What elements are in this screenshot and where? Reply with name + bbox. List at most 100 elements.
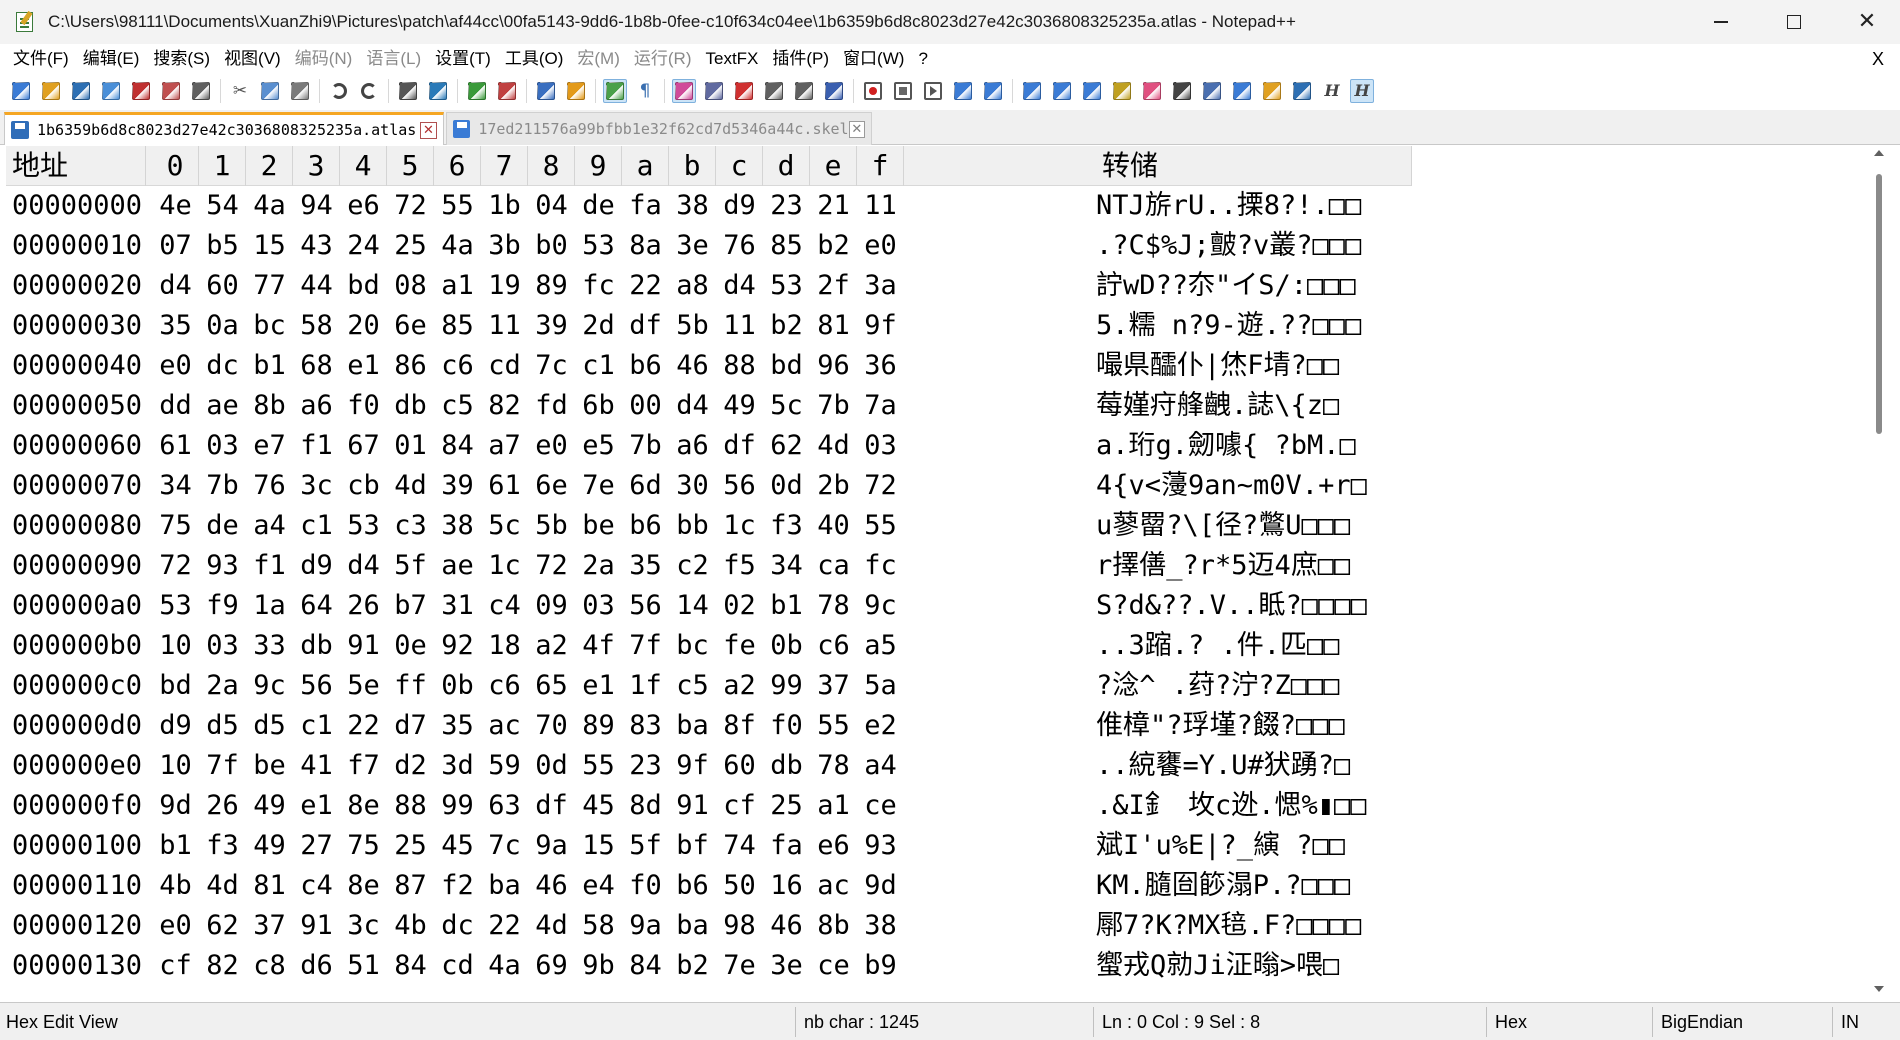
menu-item[interactable]: 运行(R) [627,45,699,73]
row-ascii-dump[interactable]: 倠樟"?琈墐?餟?□□□ [1096,706,1418,746]
folder-workspace-button[interactable] [792,79,816,103]
hex-byte-cell[interactable]: 11 [852,186,909,226]
menu-item[interactable]: 编码(N) [288,45,360,73]
user-lang-button[interactable] [702,79,726,103]
plugin-7-button[interactable] [1200,79,1224,103]
menu-item[interactable]: 文件(F) [6,45,76,73]
menu-item[interactable]: 设置(T) [428,45,498,73]
tab-close-icon[interactable]: ✕ [848,120,865,138]
hex-byte-cell[interactable]: 93 [852,826,909,866]
hex-byte-cell[interactable]: a5 [852,626,909,666]
hex-byte-cell[interactable]: 3a [852,266,909,306]
row-ascii-dump[interactable]: NTJ旂rU..搮8?!.□□ [1096,186,1418,226]
menu-item[interactable]: 工具(O) [498,45,571,73]
row-ascii-dump[interactable]: ?淰^ .荮?泞?Z□□□ [1096,666,1418,706]
hex-byte-cell[interactable]: 72 [852,466,909,506]
row-ascii-dump[interactable]: 斌I'u%E|?_縯 ?□□ [1096,826,1418,866]
tab-atlas-file[interactable]: 1b6359b6d8c8023d27e42c3036808325235a.atl… [4,112,444,145]
row-ascii-dump[interactable]: S?d&??.V..眡?□□□□ [1096,586,1418,626]
plugin-5-button[interactable] [1140,79,1164,103]
plugin-9-button[interactable] [1260,79,1284,103]
open-file-button[interactable] [39,79,63,103]
plugin-8-button[interactable] [1230,79,1254,103]
menu-item[interactable]: 编辑(E) [76,45,147,73]
sync-horizontal-button[interactable] [564,79,588,103]
menu-item[interactable]: 宏(M) [570,45,626,73]
menu-item[interactable]: ? [911,45,934,73]
row-ascii-dump[interactable]: 5.糯 n?9-遊.??□□□ [1096,306,1418,346]
close-button[interactable] [129,79,153,103]
function-list-button[interactable] [762,79,786,103]
close-document-button[interactable]: X [1872,45,1884,73]
hex-byte-cell[interactable]: 9c [852,586,909,626]
hex-byte-cell[interactable]: e0 [852,226,909,266]
plugin-3-button[interactable] [1080,79,1104,103]
row-ascii-dump[interactable]: a.珩g.劒噱{ ?bM.□ [1096,426,1418,466]
row-ascii-dump[interactable]: 詝wD??夵"イS/:□□□ [1096,266,1418,306]
monitor-button[interactable] [822,79,846,103]
sync-vertical-button[interactable] [534,79,558,103]
menu-item[interactable]: 视图(V) [217,45,288,73]
scroll-up-icon[interactable] [1874,150,1884,156]
menu-item[interactable]: 搜索(S) [146,45,217,73]
record-macro-button[interactable] [861,79,885,103]
row-ascii-dump[interactable]: 鄏7?K?MX毰.F?□□□□ [1096,906,1418,946]
row-ascii-dump[interactable]: 蠁戎Q勍Ji泟暡>喂□ [1096,946,1418,986]
hex-byte-cell[interactable]: 36 [852,346,909,386]
row-ascii-dump[interactable]: ..綂饔=Y.U#犾踴?□ [1096,746,1418,786]
plugin-1-button[interactable] [1020,79,1044,103]
close-window-button[interactable]: ✕ [1838,0,1896,44]
hex-byte-cell[interactable]: 38 [852,906,909,946]
run-macro-multiple-button[interactable] [951,79,975,103]
stop-record-button[interactable] [891,79,915,103]
row-ascii-dump[interactable]: 4{v<薓9an~m0V.+r□ [1096,466,1418,506]
hex-byte-cell[interactable]: 7a [852,386,909,426]
hex-byte-cell[interactable]: 03 [852,426,909,466]
scroll-down-icon[interactable] [1874,986,1884,992]
find-button[interactable] [396,79,420,103]
hex-byte-cell[interactable]: e2 [852,706,909,746]
hex-byte-cell[interactable]: fc [852,546,909,586]
save-button[interactable] [69,79,93,103]
new-file-button[interactable] [9,79,33,103]
hex-editor-h-active-button[interactable]: H [1350,78,1374,103]
menu-item[interactable]: 语言(L) [359,45,428,73]
hex-byte-cell[interactable]: 9f [852,306,909,346]
row-ascii-dump[interactable]: KM.膸囼篎溻P.?□□□ [1096,866,1418,906]
menu-item[interactable]: 窗口(W) [836,45,911,73]
hex-byte-cell[interactable]: b9 [852,946,909,986]
row-ascii-dump[interactable]: .?C$%J;皽?v叢?□□□ [1096,226,1418,266]
hex-byte-cell[interactable]: 55 [852,506,909,546]
tab-skel-file[interactable]: 17ed211576a99bfbb1e32f62cd7d5346a44c.ske… [446,112,872,145]
row-ascii-dump[interactable]: 莓嫤疛艂齥.誌\{z□ [1096,386,1418,426]
hex-byte-cell[interactable]: 9d [852,866,909,906]
hex-editor-h-button[interactable]: H [1320,79,1344,103]
hex-edit-view[interactable]: 地址 0 1 2 3 4 5 6 7 8 9 a b c d e f 转储 00000000 4e 54 4a 94 e6 7… [6,146,1868,1000]
zoom-out-button[interactable] [495,79,519,103]
row-ascii-dump[interactable]: 嘬県醽仆|烋F埥?□□ [1096,346,1418,386]
row-ascii-dump[interactable]: r擇僐_?r*5迈4庶□□ [1096,546,1418,586]
save-macro-button[interactable] [981,79,1005,103]
replace-button[interactable] [426,79,450,103]
vertical-scrollbar[interactable] [1868,146,1890,1000]
tab-close-icon[interactable]: ✕ [420,121,437,139]
row-ascii-dump[interactable]: .&I釒 坆c迯.愢%▮□□ [1096,786,1418,826]
row-ascii-dump[interactable]: u蓼罶?\[径?鷩U□□□ [1096,506,1418,546]
plugin-4-button[interactable] [1110,79,1134,103]
menu-item[interactable]: 插件(P) [765,45,836,73]
plugin-10-button[interactable] [1290,79,1314,103]
indent-guide-button[interactable] [672,78,696,103]
plugin-2-button[interactable] [1050,79,1074,103]
hex-byte-cell[interactable]: 5a [852,666,909,706]
minimize-button[interactable] [1692,0,1750,44]
hex-byte-cell[interactable]: ce [852,786,909,826]
row-ascii-dump[interactable]: ..3蹜.? .件.匹□□ [1096,626,1418,666]
close-all-button[interactable] [159,79,183,103]
undo-button[interactable] [327,79,351,103]
word-wrap-button[interactable] [603,78,627,103]
copy-button[interactable] [258,79,282,103]
print-button[interactable] [189,79,213,103]
plugin-6-button[interactable] [1170,79,1194,103]
cut-button[interactable]: ✂ [228,79,252,103]
save-all-button[interactable] [99,79,123,103]
